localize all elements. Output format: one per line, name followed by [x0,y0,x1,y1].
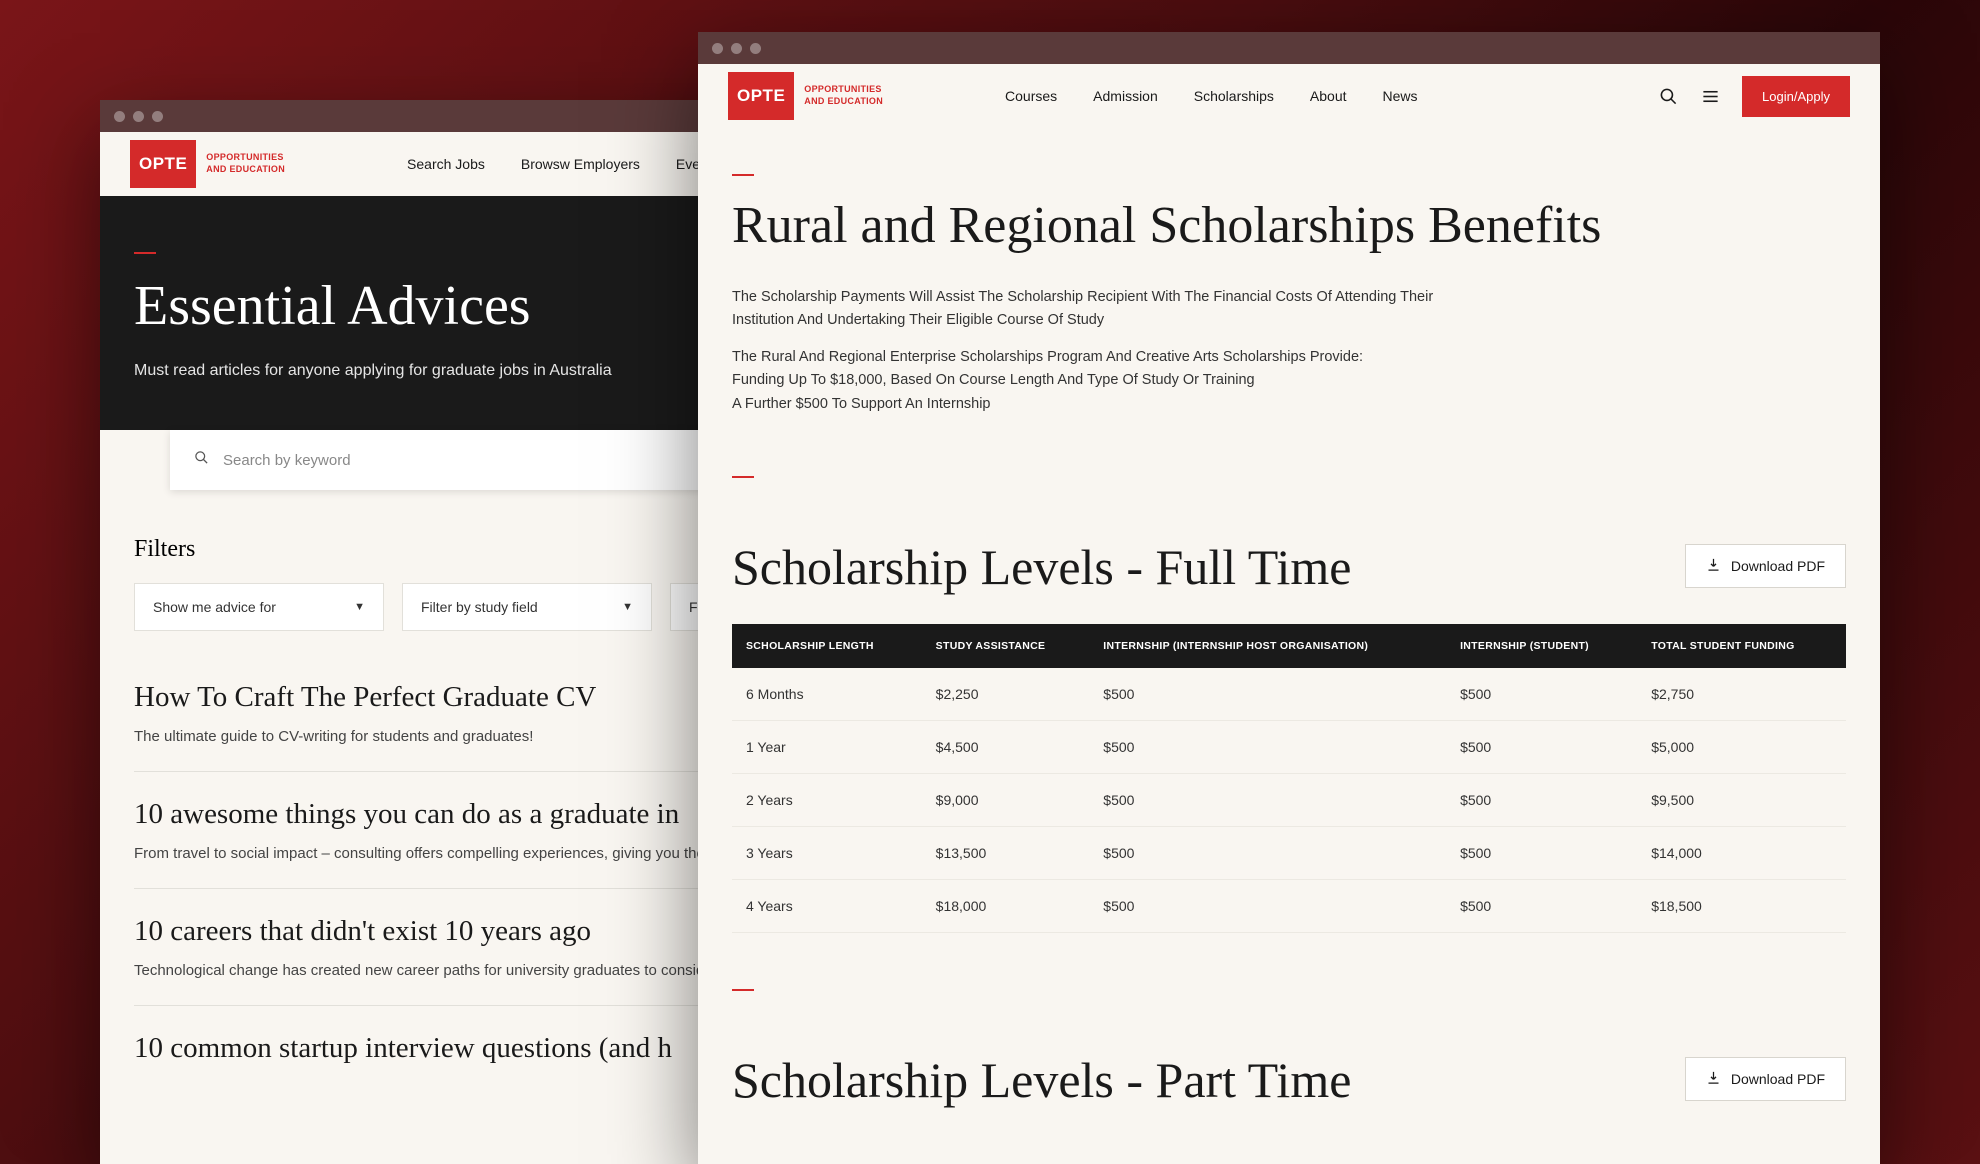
table-cell: $18,500 [1637,879,1846,932]
table-cell: $500 [1446,720,1637,773]
logo-abbr: OPTE [130,140,196,188]
logo-tagline: OPPORTUNITIESAND EDUCATION [804,84,883,107]
table-cell: $18,000 [922,879,1090,932]
nav-browse-employers[interactable]: Browsw Employers [521,156,640,172]
intro-text: The Scholarship Payments Will Assist The… [732,286,1492,416]
nav-news[interactable]: News [1383,88,1418,104]
accent-dash-icon [732,476,754,478]
table-cell: $4,500 [922,720,1090,773]
table-cell: $9,000 [922,773,1090,826]
login-apply-button[interactable]: Login/Apply [1742,76,1850,117]
section-title-fulltime: Scholarship Levels - Full Time [732,538,1351,596]
primary-nav: Search Jobs Browsw Employers Even [407,156,708,172]
download-pdf-button[interactable]: Download PDF [1685,1057,1846,1101]
nav-admission[interactable]: Admission [1093,88,1158,104]
table-cell: $14,000 [1637,826,1846,879]
download-label: Download PDF [1731,1071,1825,1087]
logo-abbr: OPTE [728,72,794,120]
table-cell: $2,250 [922,668,1090,721]
section-title-parttime: Scholarship Levels - Part Time [732,1051,1351,1109]
download-pdf-button[interactable]: Download PDF [1685,544,1846,588]
site-header: OPTE OPPORTUNITIESAND EDUCATION Courses … [698,64,1880,128]
menu-icon[interactable] [1700,86,1720,106]
table-cell: $9,500 [1637,773,1846,826]
table-row: 4 Years$18,000$500$500$18,500 [732,879,1846,932]
table-cell: $13,500 [922,826,1090,879]
table-cell: $500 [1446,826,1637,879]
table-cell: $500 [1089,668,1446,721]
primary-nav: Courses Admission Scholarships About New… [1005,88,1418,104]
search-icon[interactable] [1658,86,1678,106]
scholarship-table-fulltime: SCHOLARSHIP LENGTH STUDY ASSISTANCE INTE… [732,624,1846,933]
window-dot-icon [750,43,761,54]
table-row: 6 Months$2,250$500$500$2,750 [732,668,1846,721]
table-cell: 4 Years [732,879,922,932]
download-icon [1706,1070,1721,1088]
logo-tagline: OPPORTUNITIESAND EDUCATION [206,152,285,175]
col-internship-student: INTERNSHIP (STUDENT) [1446,624,1637,668]
nav-search-jobs[interactable]: Search Jobs [407,156,485,172]
table-cell: $500 [1089,773,1446,826]
table-cell: $2,750 [1637,668,1846,721]
nav-courses[interactable]: Courses [1005,88,1057,104]
accent-dash-icon [732,989,754,991]
chevron-down-icon: ▼ [354,601,365,613]
col-length: SCHOLARSHIP LENGTH [732,624,922,668]
titlebar [698,32,1880,64]
col-assistance: STUDY ASSISTANCE [922,624,1090,668]
table-cell: $500 [1089,720,1446,773]
table-cell: 3 Years [732,826,922,879]
page-title: Rural and Regional Scholarships Benefits [732,196,1846,256]
table-cell: $500 [1089,879,1446,932]
table-cell: $500 [1446,668,1637,721]
table-cell: $500 [1446,773,1637,826]
main-content: Rural and Regional Scholarships Benefits… [698,128,1880,1109]
table-cell: $5,000 [1637,720,1846,773]
filter-study-field[interactable]: Filter by study field ▼ [402,583,652,631]
table-row: 3 Years$13,500$500$500$14,000 [732,826,1846,879]
table-cell: 6 Months [732,668,922,721]
accent-dash-icon [732,174,754,176]
table-cell: 1 Year [732,720,922,773]
accent-dash-icon [134,252,156,254]
nav-about[interactable]: About [1310,88,1347,104]
window-dot-icon [152,111,163,122]
table-header-row: SCHOLARSHIP LENGTH STUDY ASSISTANCE INTE… [732,624,1846,668]
table-row: 1 Year$4,500$500$500$5,000 [732,720,1846,773]
search-icon [194,450,209,470]
window-dot-icon [712,43,723,54]
download-label: Download PDF [1731,558,1825,574]
window-dot-icon [114,111,125,122]
logo[interactable]: OPTE OPPORTUNITIESAND EDUCATION [130,140,285,188]
table-cell: $500 [1089,826,1446,879]
filter-advice-for[interactable]: Show me advice for ▼ [134,583,384,631]
table-cell: 2 Years [732,773,922,826]
browser-window-front: OPTE OPPORTUNITIESAND EDUCATION Courses … [698,32,1880,1164]
col-total: TOTAL STUDENT FUNDING [1637,624,1846,668]
window-dot-icon [731,43,742,54]
filter-label: Show me advice for [153,599,276,615]
table-row: 2 Years$9,000$500$500$9,500 [732,773,1846,826]
chevron-down-icon: ▼ [622,601,633,613]
logo[interactable]: OPTE OPPORTUNITIESAND EDUCATION [728,72,883,120]
nav-scholarships[interactable]: Scholarships [1194,88,1274,104]
download-icon [1706,557,1721,575]
filter-label: Filter by study field [421,599,538,615]
window-dot-icon [133,111,144,122]
table-cell: $500 [1446,879,1637,932]
col-internship-host: INTERNSHIP (INTERNSHIP HOST ORGANISATION… [1089,624,1446,668]
